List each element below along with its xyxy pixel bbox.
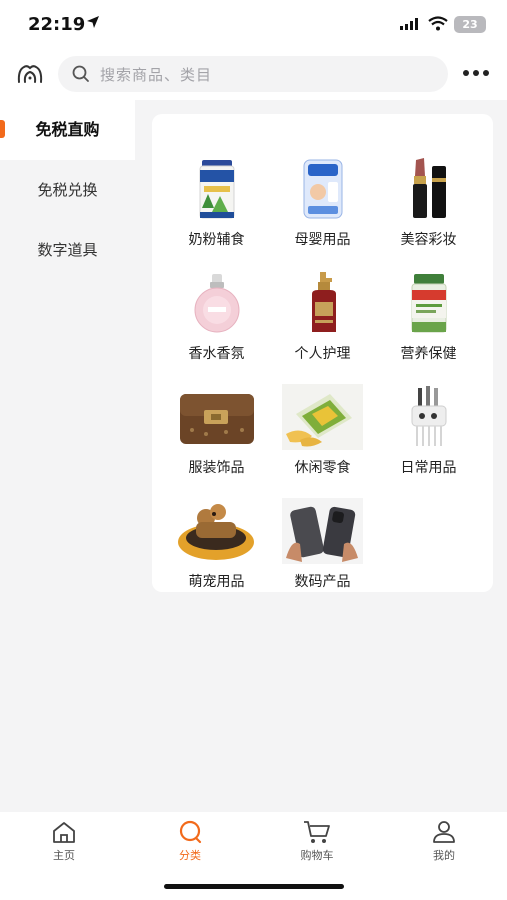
profile-icon	[433, 821, 455, 843]
header: 搜索商品、类目	[0, 50, 507, 100]
category-label: 香水香氛	[188, 346, 245, 362]
category-sidebar: 免税直购 免税兑换 数字道具	[0, 100, 135, 812]
category-maternal-baby[interactable]: 母婴用品	[270, 156, 375, 256]
location-arrow-icon	[87, 16, 99, 28]
category-grid: 奶粉辅食 母婴用品 美容彩妆 香水香氛 个人护理 营养保健 服装饰品 休闲零食 …	[152, 114, 493, 592]
category-personal-care[interactable]: 个人护理	[270, 270, 375, 370]
category-pet-supplies[interactable]: 萌宠用品	[164, 498, 269, 598]
category-label: 日常用品	[400, 460, 457, 476]
sidebar-item-duty-free-exchange[interactable]: 免税兑换	[0, 160, 135, 220]
sidebar-item-duty-free-purchase[interactable]: 免税直购	[0, 100, 135, 160]
category-perfume[interactable]: 香水香氛	[164, 270, 269, 370]
category-label: 萌宠用品	[188, 574, 245, 590]
perfume-bottle-icon	[194, 274, 240, 333]
category-clothing-accessories[interactable]: 服装饰品	[164, 384, 269, 484]
category-icon	[179, 820, 202, 844]
category-nutrition-health[interactable]: 营养保健	[376, 270, 481, 370]
category-label: 个人护理	[294, 346, 351, 362]
tab-label: 分类	[179, 849, 201, 862]
tab-label: 我的	[433, 849, 455, 862]
pet-bed-icon	[178, 504, 254, 560]
battery-icon: 23	[454, 16, 486, 33]
snack-bag-icon	[282, 384, 363, 450]
milk-powder-can-icon	[199, 160, 235, 219]
category-daily-necessities[interactable]: 日常用品	[376, 384, 481, 484]
shampoo-bottle-icon	[312, 272, 336, 332]
handbag-icon	[180, 394, 254, 444]
search-placeholder: 搜索商品、类目	[100, 66, 213, 84]
category-digital-products[interactable]: 数码产品	[270, 498, 375, 598]
sidebar-item-label: 免税兑换	[37, 181, 98, 199]
smartphones-icon	[282, 498, 363, 564]
search-icon	[72, 65, 89, 82]
category-label: 服装饰品	[188, 460, 245, 476]
category-label: 营养保健	[400, 346, 457, 362]
status-bar: 22:19 23	[0, 0, 507, 50]
wifi-icon	[428, 16, 448, 31]
signal-icon	[400, 18, 418, 30]
category-label: 数码产品	[294, 574, 351, 590]
sidebar-item-label: 免税直购	[35, 120, 100, 139]
lipstick-icon	[413, 158, 446, 218]
active-indicator	[0, 120, 5, 138]
category-beauty-makeup[interactable]: 美容彩妆	[376, 156, 481, 256]
home-indicator	[164, 884, 344, 889]
toothbrush-holder-icon	[411, 386, 447, 446]
category-label: 母婴用品	[294, 232, 351, 248]
tab-category[interactable]: 分类	[140, 820, 240, 870]
status-time: 22:19	[28, 14, 86, 35]
diaper-pack-icon	[303, 159, 343, 219]
tab-label: 购物车	[300, 849, 334, 862]
supplement-jar-icon	[411, 274, 447, 333]
category-label: 奶粉辅食	[188, 232, 245, 248]
category-label: 美容彩妆	[400, 232, 457, 248]
tab-profile[interactable]: 我的	[394, 820, 494, 870]
category-label: 休闲零食	[294, 460, 351, 476]
home-icon	[53, 822, 75, 843]
category-snacks[interactable]: 休闲零食	[270, 384, 375, 484]
search-input[interactable]: 搜索商品、类目	[58, 56, 448, 92]
cart-icon	[304, 821, 330, 843]
sidebar-item-digital-props[interactable]: 数字道具	[0, 220, 135, 280]
app-logo-icon[interactable]	[16, 62, 44, 86]
tab-cart[interactable]: 购物车	[267, 820, 367, 870]
sidebar-item-label: 数字道具	[37, 241, 98, 259]
category-milk-powder[interactable]: 奶粉辅食	[164, 156, 269, 256]
more-icon[interactable]	[462, 69, 490, 77]
tab-home[interactable]: 主页	[14, 820, 114, 870]
tab-label: 主页	[53, 849, 75, 862]
